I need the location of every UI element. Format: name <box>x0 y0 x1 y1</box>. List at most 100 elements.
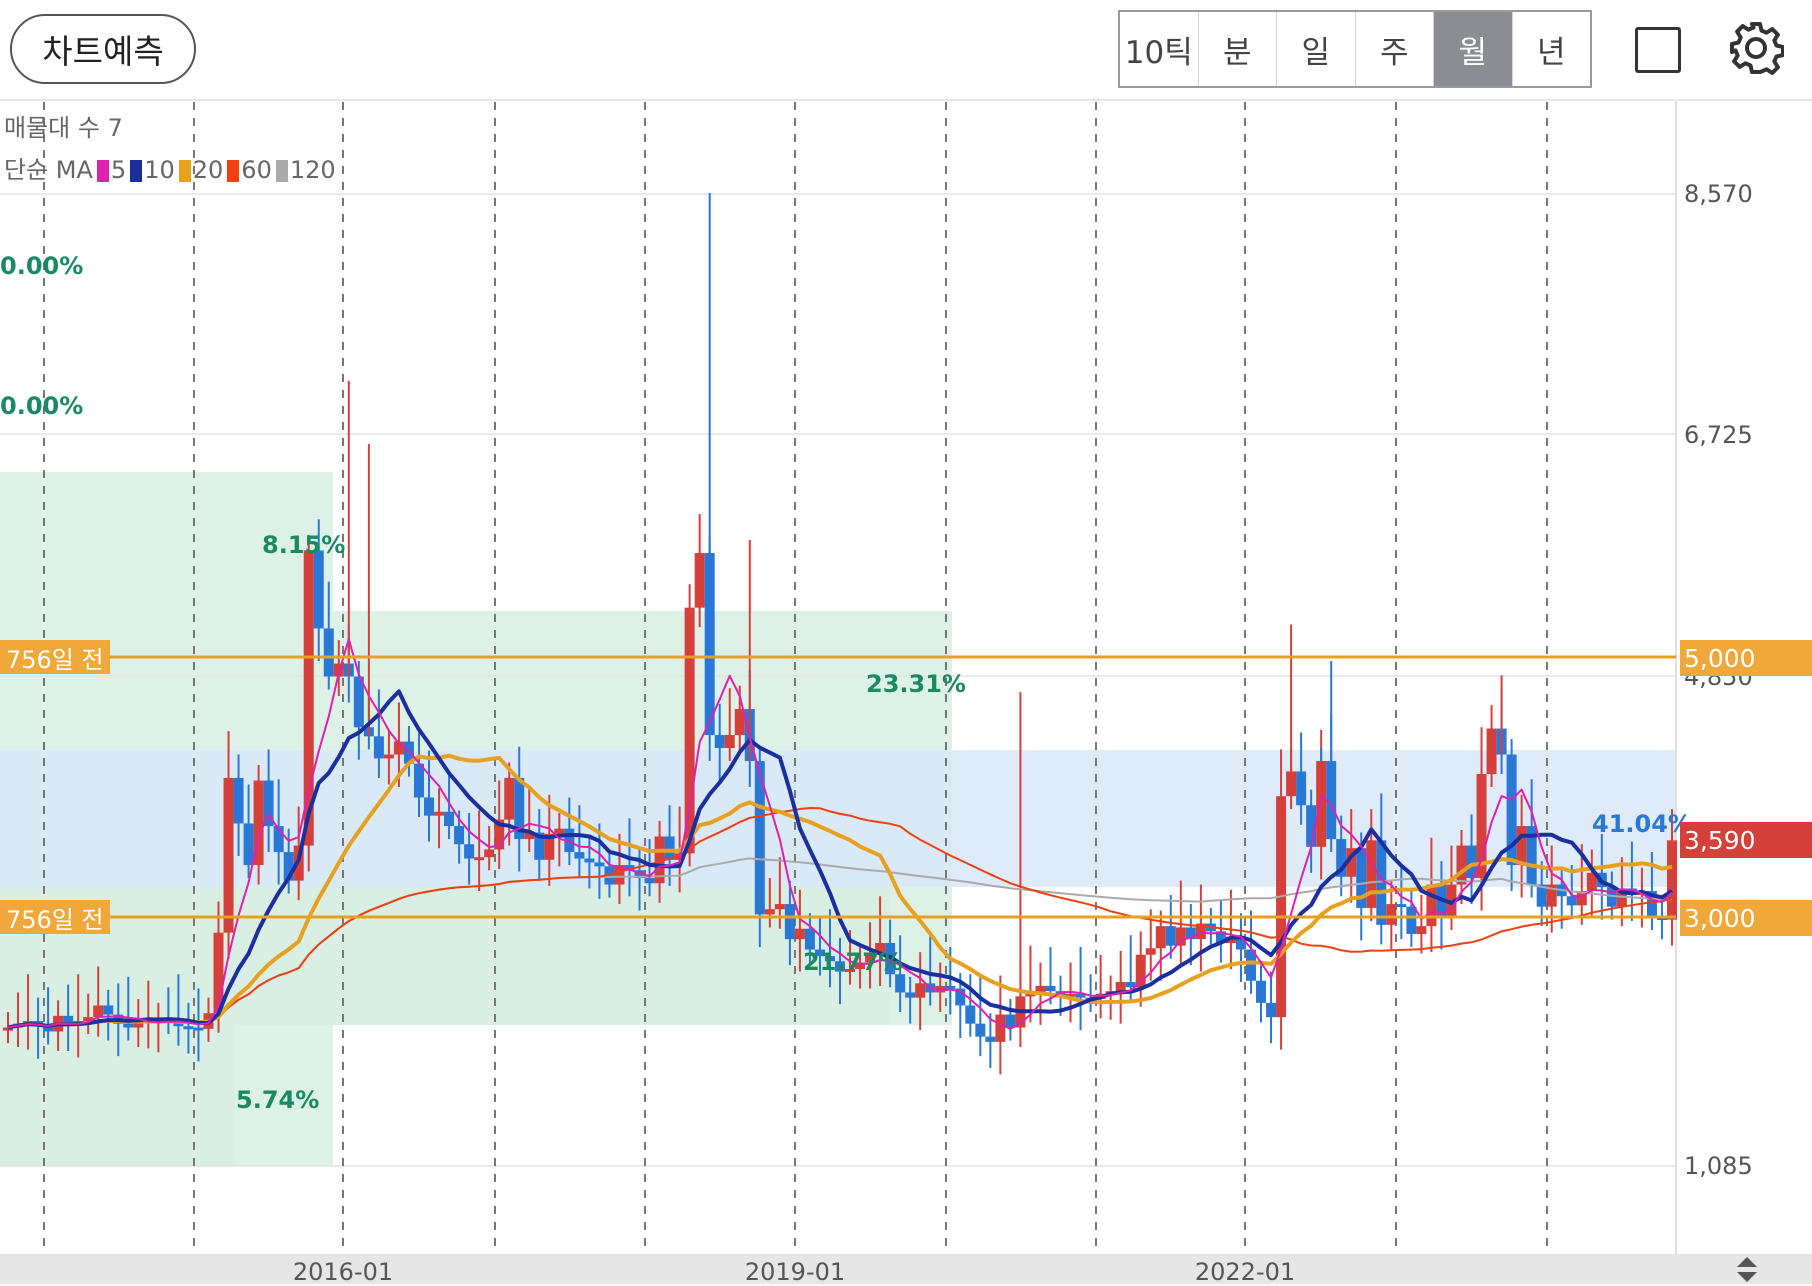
x-tick-label: 2022-01 <box>1194 1258 1296 1286</box>
x-tick-label: 2019-01 <box>744 1258 846 1286</box>
candle-body <box>1396 904 1407 908</box>
candle-body <box>1566 896 1577 906</box>
candle-body <box>103 1005 114 1015</box>
ma-period-label: 60 <box>241 156 272 184</box>
candle-body <box>93 1005 104 1018</box>
candle-body <box>975 1023 986 1037</box>
candle-body <box>784 904 795 940</box>
candle-body <box>1286 771 1297 797</box>
ma-period-label: 20 <box>192 156 224 184</box>
lower-level-tag[interactable]: 756일 전 <box>0 900 110 934</box>
candle-body <box>1266 1002 1277 1018</box>
candle-body <box>995 1014 1006 1042</box>
candle-body <box>313 550 324 629</box>
candle-body <box>454 826 465 845</box>
ma-period-label: 120 <box>289 156 336 184</box>
ma-legend: 단순 MA 5 10 20 60 120 <box>4 150 336 185</box>
candle-body <box>594 862 605 867</box>
candle-body <box>323 628 334 677</box>
candle-body <box>664 836 675 860</box>
x-tick-label: 2016-01 <box>292 1258 394 1286</box>
ma-period-label: 5 <box>110 156 127 184</box>
candle-body <box>985 1036 996 1042</box>
candle-body <box>1316 761 1327 847</box>
candle-body <box>1667 840 1677 920</box>
candle-body <box>424 797 435 816</box>
candle-body <box>1406 906 1417 934</box>
candle-body <box>724 735 735 749</box>
candle-body <box>1045 985 1056 992</box>
candle-body <box>464 844 475 859</box>
candle-body <box>694 553 705 608</box>
candle-body <box>1456 845 1467 885</box>
percent-label: 5.74% <box>236 1086 320 1114</box>
y-tick-label: 6,725 <box>1684 421 1753 449</box>
lower-level-price: 3,000 <box>1680 900 1812 936</box>
ma-swatch <box>178 160 191 182</box>
candle-body <box>504 777 515 820</box>
candle-body <box>804 928 815 950</box>
candle-body <box>444 811 455 827</box>
candle-body <box>714 735 725 749</box>
candle-body <box>1276 796 1287 1018</box>
upper-level-price: 5,000 <box>1680 640 1812 676</box>
candle-body <box>554 828 565 834</box>
ma-period-label: 10 <box>144 156 175 184</box>
candle-body <box>1416 926 1427 934</box>
percent-label: 8.15% <box>262 531 346 559</box>
candle-body <box>644 878 655 884</box>
candle-body <box>1175 927 1186 946</box>
candle-body <box>413 763 424 798</box>
y-tick-label: 1,085 <box>1684 1152 1753 1180</box>
percent-label: 0.00% <box>0 252 84 280</box>
candle-body <box>123 1023 134 1028</box>
candle-body <box>233 777 244 824</box>
candle-body <box>895 974 906 993</box>
percent-label: 41.04% <box>1592 810 1692 838</box>
candle-body <box>223 777 234 933</box>
ma-legend-prefix: 단순 MA <box>4 156 93 184</box>
candle-body <box>684 607 695 854</box>
percent-label: 0.00% <box>0 392 84 420</box>
candle-body <box>1155 926 1166 949</box>
candle-body <box>1115 982 1126 992</box>
candle-body <box>905 992 916 998</box>
y-tick-label: 8,570 <box>1684 180 1753 208</box>
candle-body <box>1005 1014 1016 1028</box>
candle-body <box>1165 926 1176 946</box>
candle-body <box>1366 840 1377 908</box>
resize-updown-icon[interactable] <box>1732 1255 1762 1284</box>
candle-body <box>474 857 485 861</box>
candle-body <box>1516 826 1527 866</box>
candle-body <box>183 1026 194 1030</box>
upper-level-tag[interactable]: 756일 전 <box>0 640 110 674</box>
time-axis[interactable] <box>0 1254 1812 1284</box>
volume-profile-legend: 매물대 수 7 <box>4 114 123 142</box>
percent-label: 23.31% <box>866 670 966 698</box>
candle-body <box>584 858 595 863</box>
candle-body <box>915 983 926 998</box>
candle-body <box>965 1005 976 1024</box>
candle-body <box>764 909 775 915</box>
candle-body <box>1145 948 1156 955</box>
ma-swatch <box>96 160 109 182</box>
candle-body <box>484 849 495 858</box>
candle-body <box>1386 904 1397 925</box>
candle-body <box>774 904 785 910</box>
candle-body <box>373 736 384 759</box>
ma-swatch <box>227 160 240 182</box>
candle-body <box>945 985 956 989</box>
candle-body <box>574 852 585 859</box>
candle-body <box>434 811 445 816</box>
ma-swatch <box>130 160 143 182</box>
candle-body <box>1426 884 1437 927</box>
candle-body <box>383 754 394 759</box>
candle-body <box>193 1027 204 1031</box>
candle-body <box>1256 980 1267 1003</box>
candle-body <box>1486 728 1497 775</box>
ma-swatch <box>275 160 288 182</box>
candle-body <box>1296 771 1307 806</box>
candle-body <box>794 928 805 940</box>
percent-label: 21.77% <box>803 948 903 976</box>
candle-body <box>243 823 254 866</box>
